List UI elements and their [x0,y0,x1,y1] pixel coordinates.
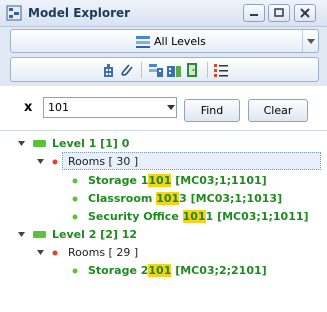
expanded-arrow-icon[interactable] [17,139,26,148]
match-highlight: 101 [148,264,172,277]
close-button[interactable] [294,4,316,22]
search-result-item[interactable]: Security Office 1011 [MC03;1;1011] [0,208,327,226]
window-title: Model Explorer [28,6,131,20]
rooms-label: Rooms [ 30 ] [68,155,139,168]
match-highlight: 101 [148,174,172,187]
search-input[interactable] [43,97,177,118]
building-icon[interactable] [103,62,119,78]
rooms-label: Rooms [ 29 ] [68,246,139,259]
search-history-dropdown[interactable] [164,98,177,117]
level-icon [33,140,46,147]
level-building-icon[interactable] [148,62,164,78]
title-bar: Model Explorer [0,0,327,27]
levels-icon [136,36,150,48]
find-button[interactable]: Find [184,99,240,122]
toolbar-separator [141,62,142,78]
result-label: Storage 1101 [MC03;1;1101] [88,174,267,187]
room-dot-icon [72,196,78,202]
expanded-arrow-icon[interactable] [36,157,45,166]
minimize-icon [250,14,258,16]
level-label: Level 2 [2] 12 [52,228,138,241]
expanded-arrow-icon[interactable] [17,230,26,239]
door-icon[interactable] [184,62,200,78]
result-label: Storage 2101 [MC03;2;2101] [88,264,267,277]
search-result-item[interactable]: Classroom 1013 [MC03;1;1013] [0,190,327,208]
maximize-icon [274,8,284,17]
result-label: Security Office 1011 [MC03;1;1011] [88,210,309,223]
level-label: Level 1 [1] 0 [52,137,130,150]
result-tag: [MC03;1;1013] [186,192,283,205]
tree-node-rooms[interactable]: Rooms [ 29 ] [0,244,327,262]
building-floors-icon[interactable] [166,62,182,78]
chevron-down-icon[interactable] [302,30,318,52]
clear-search-icon[interactable]: x [24,100,32,115]
search-result-item[interactable]: Storage 2101 [MC03;2;2101] [0,262,327,280]
list-icon[interactable] [213,62,229,78]
search-result-item[interactable]: Storage 1101 [MC03;1;1101] [0,172,327,190]
match-highlight: 101 [182,210,206,223]
level-selector[interactable]: All Levels [10,29,319,53]
result-label: Classroom 1013 [MC03;1;1013] [88,192,283,205]
minimize-button[interactable] [243,4,265,22]
match-highlight: 101 [156,192,180,205]
toolbar-separator [207,62,208,78]
result-tag: [MC03;1;1101] [171,174,267,187]
room-dot-icon [72,214,78,220]
paperclip-icon[interactable] [118,62,134,78]
chevron-down-icon [166,105,175,110]
tree-node-rooms[interactable]: Rooms [ 30 ] [0,153,327,171]
rooms-dot-icon [52,159,58,165]
tree-node-level[interactable]: Level 2 [2] 12 [0,226,327,244]
tree-node-level[interactable]: Level 1 [1] 0 [0,135,327,153]
room-dot-icon [72,178,78,184]
maximize-button[interactable] [268,4,290,22]
view-toolbar [10,57,319,82]
close-icon [300,8,310,18]
rooms-dot-icon [52,250,58,256]
clear-button[interactable]: Clear [248,99,308,122]
result-tag: [MC03;1;1011] [213,210,309,223]
level-selector-label: All Levels [154,35,206,48]
level-icon [33,231,46,238]
model-explorer-icon [6,5,22,21]
result-tag: [MC03;2;2101] [171,264,267,277]
room-dot-icon [72,268,78,274]
expanded-arrow-icon[interactable] [36,248,45,257]
